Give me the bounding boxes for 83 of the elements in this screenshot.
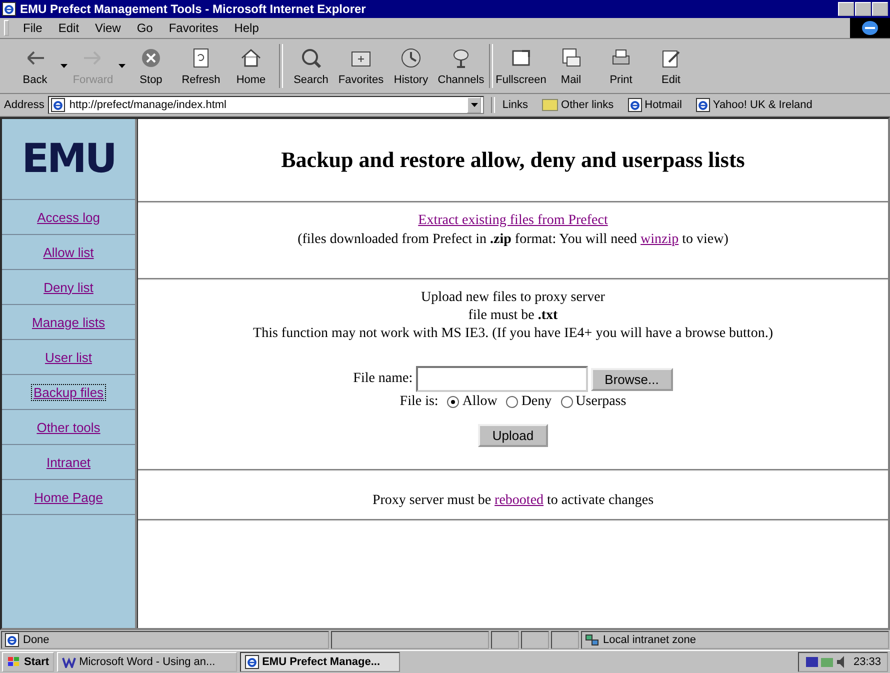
page-icon <box>5 633 19 647</box>
browse-button[interactable]: Browse... <box>590 368 673 390</box>
radio-label[interactable]: Deny <box>521 394 552 410</box>
sidebar-link[interactable]: Backup files <box>32 384 105 400</box>
app-icon <box>2 2 16 16</box>
toolbar-button[interactable]: Search <box>286 46 336 86</box>
reboot-note: Proxy server must be rebooted to activate changes <box>372 493 654 509</box>
link[interactable]: Other links <box>561 99 614 111</box>
link-icon <box>628 98 642 112</box>
word-icon <box>62 656 76 668</box>
address-label: Address <box>4 99 44 111</box>
clock-time: 23:33 <box>853 656 881 668</box>
logo: EMU <box>22 136 116 182</box>
toolbar-button[interactable]: Back <box>10 46 60 86</box>
menu-item[interactable]: Favorites <box>160 21 226 35</box>
upload-button[interactable]: Upload <box>478 424 548 447</box>
winzip-link[interactable]: winzip <box>640 232 679 247</box>
browser-logo-icon <box>850 18 890 38</box>
dropdown-button[interactable] <box>467 97 482 113</box>
file-type-label: File is: <box>400 394 438 410</box>
extract-link[interactable]: Extract existing files from Prefect <box>418 213 608 229</box>
links-label: Links <box>502 99 528 111</box>
caret-icon <box>470 103 478 107</box>
radio-button[interactable] <box>506 396 518 408</box>
page-heading: Backup and restore allow, deny and userpass lists <box>280 146 746 174</box>
taskbar-button[interactable]: EMU Prefect Manage... <box>240 652 400 672</box>
address-field[interactable]: http://prefect/manage/index.html <box>48 96 484 114</box>
rebooted-link[interactable]: rebooted <box>494 493 544 508</box>
taskbar-button[interactable]: Microsoft Word - Using an... <box>57 652 238 672</box>
mail-icon <box>560 46 582 68</box>
sidebar-link[interactable]: Deny list <box>42 280 94 294</box>
menu-item[interactable]: Edit <box>50 21 88 35</box>
status-pane <box>491 631 519 649</box>
page-icon <box>51 98 66 112</box>
start-button[interactable]: Start <box>2 652 54 672</box>
menu-item[interactable]: View <box>87 21 129 35</box>
toolbar-button[interactable]: Fullscreen <box>496 46 546 86</box>
clock-icon <box>400 46 422 68</box>
window-title: EMU Prefect Management Tools - Microsoft Internet Explorer <box>20 2 367 16</box>
upload-instruction: file must be .txt <box>468 308 558 324</box>
toolbar-button[interactable]: Home <box>226 46 276 86</box>
toolbar-button[interactable]: Edit <box>646 46 696 86</box>
radio-label[interactable]: Userpass <box>576 394 626 410</box>
toolbar-button[interactable]: Print <box>596 46 646 86</box>
upload-instruction: Upload new files to proxy server <box>421 290 605 306</box>
toolbar-button[interactable]: History <box>386 46 436 86</box>
sidebar-link[interactable]: Access log <box>36 210 101 224</box>
network-icon <box>585 634 599 646</box>
status-pane <box>521 631 549 649</box>
toolbar-button[interactable]: Favorites <box>336 46 386 86</box>
link[interactable]: Hotmail <box>644 99 682 111</box>
menu-item[interactable]: Help <box>226 21 267 35</box>
status-text: Done <box>23 634 50 646</box>
toolbar-button[interactable]: Stop <box>126 46 176 86</box>
sidebar-link[interactable]: Other tools <box>36 420 102 434</box>
folder-icon <box>542 99 558 111</box>
toolbar-button[interactable]: Mail <box>546 46 596 86</box>
upload-instruction: This function may not work with MS IE3. (If you have IE4+ you will have a browse button.) <box>253 326 773 342</box>
file-name-label: File name: <box>353 371 413 387</box>
windows-flag-icon <box>7 656 21 668</box>
radio-button[interactable] <box>447 396 460 408</box>
sidebar-link[interactable]: Intranet <box>45 454 92 470</box>
radio-button[interactable] <box>560 396 573 408</box>
ie-icon <box>245 655 260 669</box>
download-note: (files downloaded from Prefect in .zip format: You will need winzip to view) <box>298 232 728 248</box>
zone-text: Local intranet zone <box>603 634 696 646</box>
stop-icon <box>140 46 162 68</box>
sidebar-link[interactable]: User list <box>44 350 93 364</box>
file-name-field[interactable] <box>416 366 588 392</box>
toolbar-button[interactable]: Refresh <box>176 46 226 86</box>
toolbar-button[interactable]: Channels <box>436 46 486 86</box>
magnifier-icon <box>300 46 322 68</box>
sidebar-link[interactable]: Allow list <box>42 244 95 260</box>
dropdown-caret-icon[interactable] <box>60 64 68 68</box>
link-icon <box>696 98 710 112</box>
radio-label[interactable]: Allow <box>462 394 498 410</box>
sidebar-link[interactable]: Home Page <box>33 490 104 504</box>
status-pane <box>551 631 579 649</box>
menu-item[interactable]: Go <box>128 21 161 35</box>
sidebar-link[interactable]: Manage lists <box>31 314 106 330</box>
menu-item[interactable]: File <box>15 21 50 35</box>
link[interactable]: Yahoo! UK & Ireland <box>712 99 812 111</box>
home-icon <box>240 46 262 68</box>
